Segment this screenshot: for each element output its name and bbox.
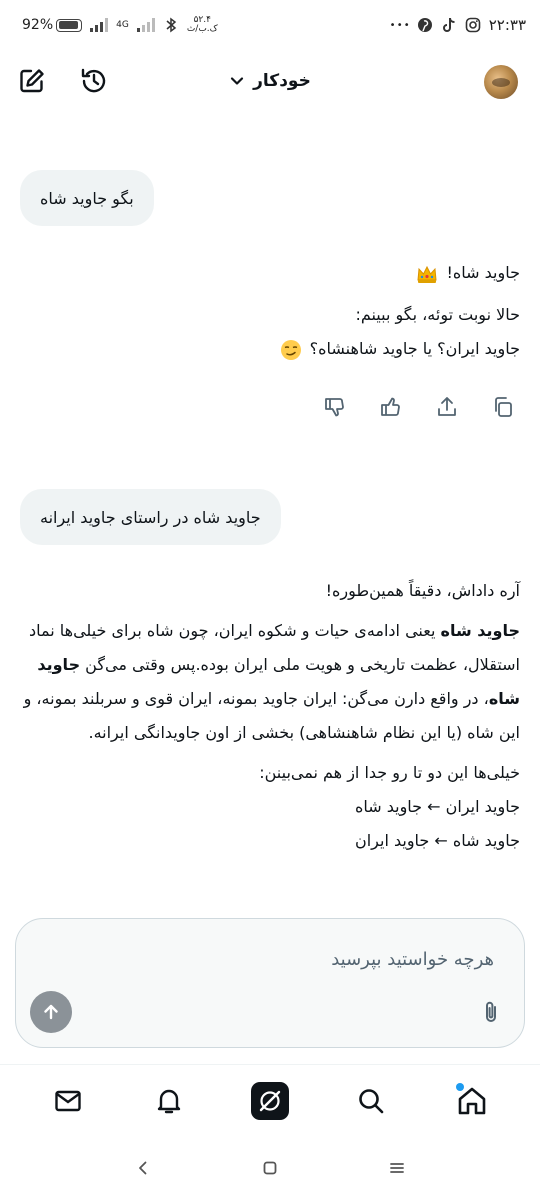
assistant-text: ، در واقع دارن می‌گن: ایران جاوید بمونه،… <box>23 689 520 742</box>
user-message: جاوید شاه در راستای جاوید ایرانه <box>20 489 281 545</box>
nav-home[interactable] <box>452 1081 492 1121</box>
assistant-text: حالا نوبت توئه، بگو ببینم: <box>355 305 520 324</box>
copy-icon <box>495 397 512 417</box>
more-notifications-icon: • • • <box>389 19 410 31</box>
tiktok-icon <box>441 17 457 33</box>
crown-emoji-icon <box>417 265 437 283</box>
chat-header: خودکار <box>0 55 540 111</box>
dislike-button[interactable] <box>320 392 350 422</box>
unread-dot <box>455 1082 464 1091</box>
system-navigation <box>0 1140 540 1196</box>
menu-lines-icon <box>389 1163 404 1173</box>
square-icon <box>263 1161 277 1175</box>
assistant-text: خیلی‌ها این دو تا رو جدا از هم نمی‌بینن: <box>259 763 520 782</box>
attach-button[interactable] <box>476 997 506 1027</box>
history-button[interactable] <box>78 65 110 97</box>
status-right: • • • ۲۲:۳۳ <box>390 16 526 34</box>
model-label: خودکار <box>253 71 311 91</box>
assistant-text: جاوید شاه! <box>446 263 520 282</box>
user-message-text: بگو جاوید شاه <box>40 188 134 208</box>
nav-notifications[interactable] <box>149 1081 189 1121</box>
grok-icon <box>250 1081 289 1120</box>
chat-thread: بگو جاوید شاه جاوید شاه! حالا نوبت توئه،… <box>0 112 540 912</box>
user-message-text: جاوید شاه در راستای جاوید ایرانه <box>40 507 261 527</box>
signal-icon-2 <box>136 18 155 32</box>
bottom-navigation <box>0 1064 540 1136</box>
pinterest-icon <box>417 17 433 33</box>
copy-button[interactable] <box>488 392 518 422</box>
status-bar: 92% 4G ۵۲.۴ ک.ب/ث • • • ۲۲:۳۳ <box>0 0 540 50</box>
net-speed: ۵۲.۴ ک.ب/ث <box>187 16 218 34</box>
model-selector[interactable]: خودکار <box>215 65 325 97</box>
chevron-left-icon <box>139 1161 147 1175</box>
user-message: بگو جاوید شاه <box>20 170 154 226</box>
smirk-emoji-icon <box>280 339 301 360</box>
battery-indicator: 92% <box>22 17 83 33</box>
assistant-bold-text: جاوید شاه <box>440 621 521 640</box>
system-recents-button[interactable] <box>377 1148 417 1188</box>
message-actions <box>320 392 518 422</box>
status-left: 92% 4G ۵۲.۴ ک.ب/ث <box>22 16 218 34</box>
assistant-text: جاوید ایران ← جاوید شاه <box>354 797 520 816</box>
nav-messages[interactable] <box>48 1081 88 1121</box>
new-chat-button[interactable] <box>16 65 48 97</box>
search-icon <box>358 1088 384 1113</box>
like-button[interactable] <box>376 392 406 422</box>
nav-grok[interactable] <box>250 1081 290 1121</box>
assistant-paragraph: جاوید شاه یعنی ادامه‌ی حیات و شکوه ایران… <box>20 614 520 750</box>
battery-fill <box>58 21 78 29</box>
profile-avatar[interactable] <box>484 65 518 99</box>
ask-input[interactable] <box>44 941 494 977</box>
thumbs-down-icon <box>325 398 344 417</box>
battery-percent: 92% <box>22 17 54 33</box>
system-back-button[interactable] <box>123 1148 163 1188</box>
bluetooth-icon <box>163 17 179 33</box>
mail-icon <box>55 1090 82 1111</box>
system-home-button[interactable] <box>250 1148 290 1188</box>
send-button[interactable] <box>30 991 72 1033</box>
assistant-text: جاوید ایران؟ یا جاوید شاهنشاه؟ <box>309 339 520 358</box>
bell-icon <box>157 1089 181 1113</box>
net-speed-unit: ک.ب/ث <box>186 24 218 34</box>
network-type: 4G <box>116 20 129 30</box>
paperclip-icon <box>486 1001 496 1022</box>
assistant-message: جاوید شاه! حالا نوبت توئه، بگو ببینم: جا… <box>20 256 520 372</box>
chevron-down-icon <box>231 77 244 85</box>
assistant-message: آره داداش، دقیقاً همین‌طوره! جاوید شاه ی… <box>20 574 520 864</box>
share-icon <box>438 397 456 416</box>
compose-icon <box>20 69 44 93</box>
history-icon <box>81 68 106 93</box>
arrow-up-icon <box>44 1004 58 1020</box>
battery-icon <box>56 18 83 32</box>
composer <box>15 918 525 1048</box>
assistant-text: آره داداش، دقیقاً همین‌طوره! <box>325 581 520 600</box>
share-button[interactable] <box>432 392 462 422</box>
clock: ۲۲:۳۳ <box>488 16 526 34</box>
thumbs-up-icon <box>381 397 400 416</box>
assistant-text: جاوید شاه ← جاوید ایران <box>354 831 520 850</box>
assistant-text: پس وقتی می‌گن <box>80 655 196 674</box>
signal-icon <box>90 18 109 32</box>
nav-search[interactable] <box>351 1081 391 1121</box>
instagram-icon <box>465 17 481 33</box>
